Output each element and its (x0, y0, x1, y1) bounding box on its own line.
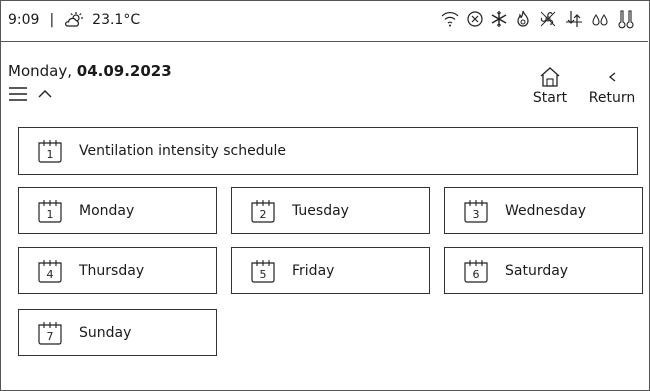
calendar-number: 5 (260, 268, 267, 281)
day-label: Monday (79, 202, 135, 219)
day-label: Sunday (79, 324, 132, 341)
calendar-number: 2 (260, 208, 267, 221)
calendar-icon: 1 (38, 140, 62, 163)
water-drops-icon (592, 14, 608, 26)
day-button-tuesday[interactable]: 2 Tuesday (231, 187, 430, 234)
day-button-monday[interactable]: 1 Monday (18, 187, 217, 234)
day-label: Saturday (505, 262, 569, 279)
thermometers-icon (618, 10, 634, 29)
ventilation-schedule-button[interactable]: 1 Ventilation intensity schedule (18, 127, 638, 175)
stop-circle-icon (467, 11, 483, 27)
ventilation-arrows-icon (566, 11, 582, 27)
day-label: Thursday (79, 262, 145, 279)
chevron-left-icon (608, 72, 616, 82)
calendar-icon: 5 (251, 259, 275, 283)
day-label: Wednesday (505, 202, 587, 219)
calendar-icon: 7 (38, 321, 62, 345)
outdoor-temperature: 23.1°C (92, 12, 141, 28)
snowflake-icon (491, 11, 507, 27)
return-button[interactable]: Return (586, 66, 638, 106)
date-value: 04.09.2023 (76, 62, 172, 80)
day-button-friday[interactable]: 5 Friday (231, 247, 430, 294)
menu-row (8, 86, 52, 102)
calendar-icon: 2 (251, 199, 275, 223)
flame-icon (517, 10, 529, 27)
current-date: Monday, 04.09.2023 (8, 62, 172, 80)
chevron-up-icon[interactable] (38, 89, 52, 99)
day-label: Tuesday (292, 202, 349, 219)
day-label: Friday (292, 262, 335, 279)
calendar-number: 7 (47, 330, 54, 343)
fan-off-icon (540, 11, 556, 27)
home-icon (540, 67, 560, 87)
calendar-number: 1 (47, 208, 54, 221)
clock: 9:09 (8, 12, 40, 28)
weather-partly-sunny-icon (65, 12, 84, 27)
status-left: 9:09 | 23.1°C (8, 11, 140, 29)
calendar-icon: 3 (464, 199, 488, 223)
status-bar: 9:09 | 23.1°C (0, 0, 648, 42)
calendar-number: 4 (47, 268, 54, 281)
calendar-icon: 6 (464, 259, 488, 283)
return-label: Return (588, 90, 636, 106)
wifi-icon (441, 12, 459, 27)
day-button-saturday[interactable]: 6 Saturday (444, 247, 643, 294)
calendar-number: 6 (473, 268, 480, 281)
hamburger-menu-icon[interactable] (8, 86, 28, 102)
start-button[interactable]: Start (528, 66, 572, 106)
calendar-icon: 1 (38, 199, 62, 223)
calendar-number: 1 (47, 148, 54, 161)
calendar-number: 3 (473, 208, 480, 221)
day-button-thursday[interactable]: 4 Thursday (18, 247, 217, 294)
weekday: Monday, (8, 62, 72, 80)
day-button-sunday[interactable]: 7 Sunday (18, 309, 217, 356)
status-icons (440, 9, 636, 29)
start-label: Start (532, 90, 568, 106)
status-separator: | (49, 12, 55, 28)
day-button-wednesday[interactable]: 3 Wednesday (444, 187, 643, 234)
schedule-label: Ventilation intensity schedule (79, 143, 286, 159)
calendar-icon: 4 (38, 259, 62, 283)
